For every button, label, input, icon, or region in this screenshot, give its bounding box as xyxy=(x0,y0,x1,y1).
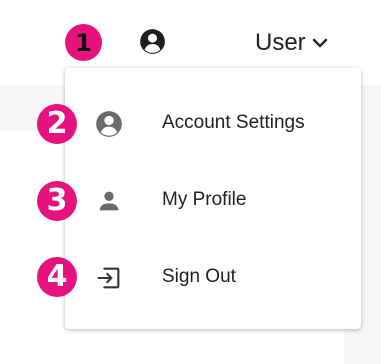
menu-item-label: Sign Out xyxy=(162,266,236,287)
person-icon xyxy=(99,191,119,211)
sign-out-icon xyxy=(97,267,120,289)
account-circle-icon xyxy=(96,111,122,137)
user-menu-toggle[interactable]: User xyxy=(255,26,328,60)
screenshot-stage: 1 User Account Settings My Profile Sign … xyxy=(0,0,381,364)
user-menu-label: User xyxy=(255,29,306,56)
account-circle-icon[interactable] xyxy=(139,28,166,55)
menu-item-my-profile[interactable]: My Profile xyxy=(65,175,361,227)
step-marker-3: 3 xyxy=(37,181,77,221)
menu-item-label: My Profile xyxy=(162,189,247,210)
step-marker-1: 1 xyxy=(65,24,102,61)
menu-item-label: Account Settings xyxy=(162,112,305,133)
menu-item-account-settings[interactable]: Account Settings xyxy=(65,98,361,150)
step-marker-2: 2 xyxy=(37,104,77,144)
user-dropdown-menu: Account Settings My Profile Sign Out xyxy=(65,68,361,329)
chevron-down-icon xyxy=(312,38,327,48)
step-marker-4: 4 xyxy=(37,257,77,297)
menu-item-sign-out[interactable]: Sign Out xyxy=(65,252,361,304)
